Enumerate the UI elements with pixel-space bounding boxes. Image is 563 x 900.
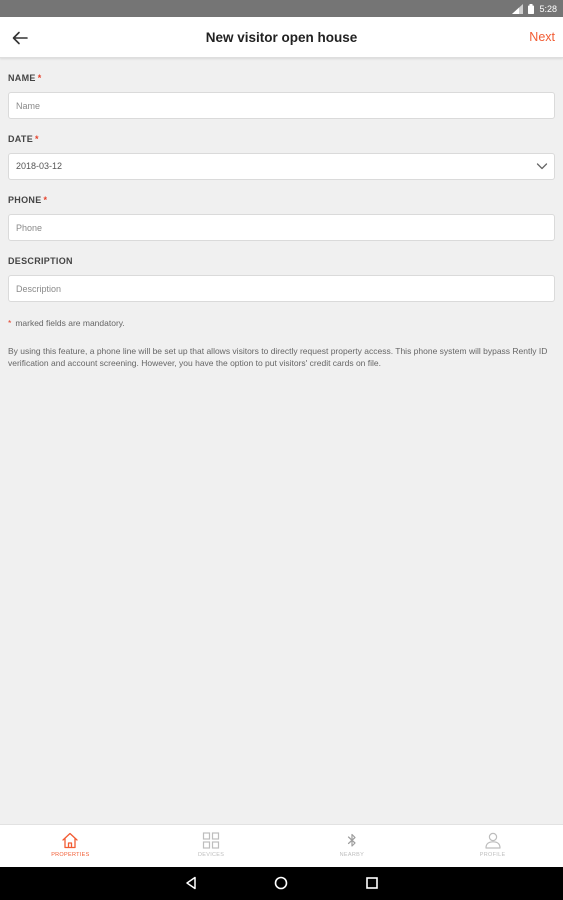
bluetooth-icon	[347, 833, 356, 847]
nav-item-properties[interactable]: PROPERTIES	[0, 825, 141, 867]
description-input[interactable]	[9, 276, 554, 301]
bottom-nav: PROPERTIES DEVICES NEARBY PROFILE	[0, 824, 563, 867]
required-asterisk: *	[8, 318, 12, 328]
nav-label-nearby: NEARBY	[339, 852, 365, 858]
date-select[interactable]: 2018-03-12	[8, 153, 555, 180]
nav-item-profile[interactable]: PROFILE	[422, 825, 563, 867]
back-arrow-icon[interactable]	[8, 26, 32, 50]
person-icon	[485, 832, 501, 849]
phone-field-label: PHONE *	[8, 194, 555, 206]
nav-label-properties: PROPERTIES	[51, 852, 90, 858]
name-label-text: NAME	[8, 73, 36, 83]
system-nav-bar	[0, 867, 563, 900]
required-asterisk: *	[37, 73, 42, 83]
date-value: 2018-03-12	[16, 161, 63, 171]
phone-input[interactable]	[9, 215, 554, 240]
mandatory-note-text: marked fields are mandatory.	[15, 318, 125, 328]
description-field-box	[8, 275, 555, 302]
recents-square-icon[interactable]	[365, 876, 379, 890]
page-title: New visitor open house	[205, 30, 358, 45]
description-field-label: DESCRIPTION	[8, 255, 555, 267]
signal-icon	[512, 3, 524, 14]
nav-item-nearby[interactable]: NEARBY	[282, 825, 423, 867]
name-field-box	[8, 92, 555, 119]
nav-label-profile: PROFILE	[479, 852, 506, 858]
date-label-text: DATE	[8, 134, 34, 144]
phone-field-box	[8, 214, 555, 241]
devices-icon	[203, 832, 220, 849]
chevron-down-icon	[536, 163, 548, 170]
home-circle-icon[interactable]	[274, 876, 288, 890]
name-input[interactable]	[9, 93, 554, 118]
name-field-label: NAME *	[8, 72, 555, 84]
visitor-form: NAME* DATE* 2018-03-12 PHONE* DESCRIPTIO…	[8, 58, 555, 369]
status-bar: 5:28	[0, 0, 563, 17]
phone-line-notice: By using this feature, a phone line will…	[8, 346, 548, 368]
next-button[interactable]: Next	[529, 17, 555, 58]
description-label-text: DESCRIPTION	[8, 256, 73, 266]
app-bar: New visitor open house Next	[0, 17, 563, 58]
mandatory-note: * marked fields are mandatory.	[8, 318, 555, 328]
nav-item-devices[interactable]: DEVICES	[141, 825, 282, 867]
phone-label-text: PHONE	[8, 195, 42, 205]
battery-icon	[528, 3, 535, 14]
status-time: 5:28	[539, 3, 557, 14]
required-asterisk: *	[35, 134, 39, 144]
date-field-label: DATE *	[8, 133, 555, 145]
required-asterisk: *	[43, 195, 48, 205]
back-triangle-icon[interactable]	[184, 876, 198, 890]
nav-label-devices: DEVICES	[198, 852, 225, 858]
home-icon	[62, 832, 79, 849]
